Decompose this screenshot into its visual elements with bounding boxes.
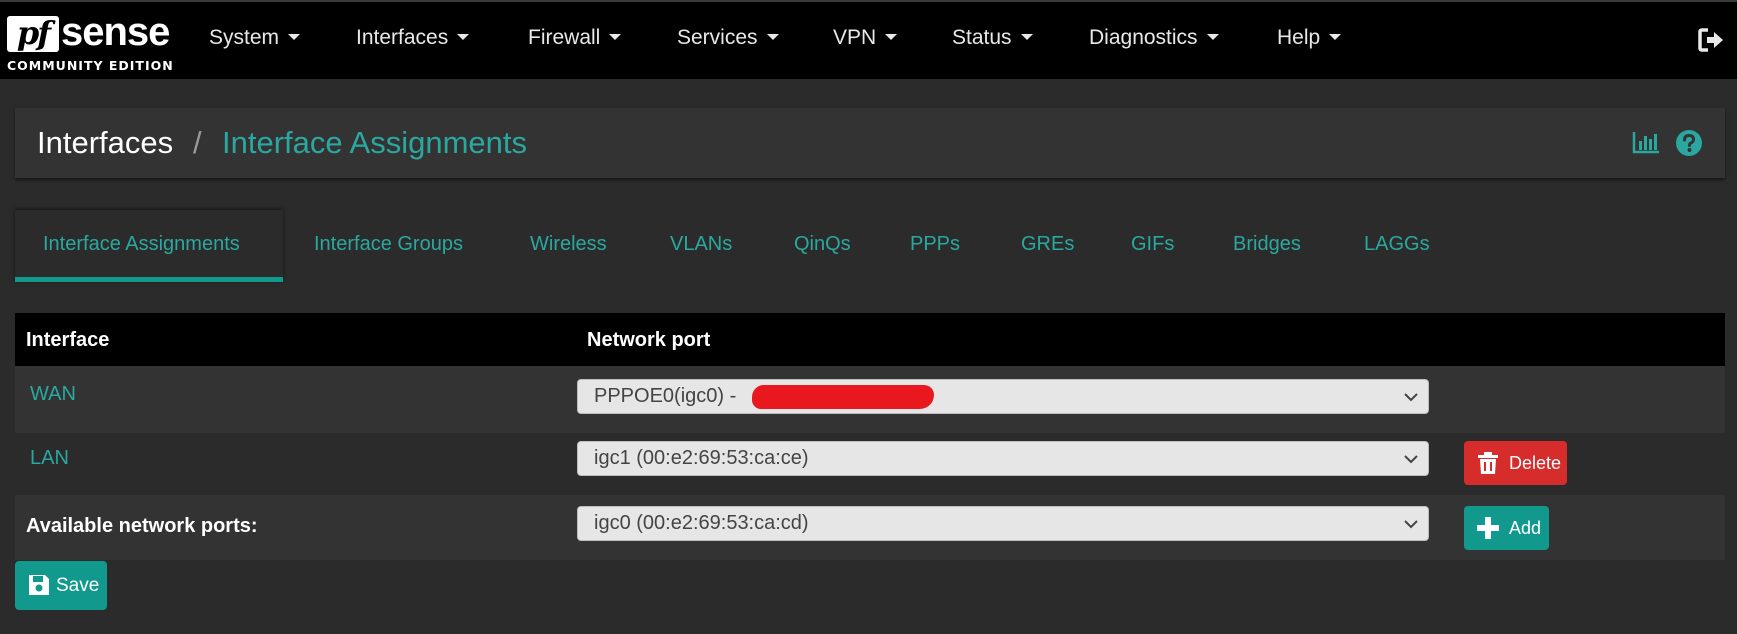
brand-edition: COMMUNITY EDITION: [7, 58, 174, 73]
tab-bridges[interactable]: Bridges: [1233, 233, 1301, 256]
nav-system[interactable]: System: [209, 26, 301, 50]
delete-button[interactable]: Delete: [1464, 441, 1567, 485]
selected-port: PPPOE0(igc0) -: [594, 385, 737, 407]
add-button[interactable]: Add: [1464, 506, 1549, 550]
chevron-down-icon: [1404, 455, 1418, 464]
save-button[interactable]: Save: [15, 561, 107, 610]
trash-icon: [1478, 452, 1498, 474]
table-header: Interface Network port: [15, 313, 1725, 366]
nav-label: Services: [677, 26, 758, 49]
delete-label: Delete: [1509, 453, 1562, 473]
save-label: Save: [56, 575, 100, 596]
tab-laggs[interactable]: LAGGs: [1364, 233, 1430, 256]
plus-icon: [1477, 517, 1499, 539]
save-icon: [29, 575, 49, 595]
pfsense-logo[interactable]: pf sense COMMUNITY EDITION: [7, 10, 173, 74]
chevron-down-icon: [1404, 520, 1418, 529]
caret-down-icon: [1206, 34, 1219, 40]
breadcrumb-separator: /: [193, 125, 202, 160]
nav-status[interactable]: Status: [952, 26, 1033, 50]
nav-label: Diagnostics: [1089, 26, 1198, 49]
caret-down-icon: [457, 34, 470, 40]
interface-link-wan[interactable]: WAN: [30, 383, 76, 406]
selected-port: igc0 (00:e2:69:53:ca:cd): [594, 512, 809, 534]
caret-down-icon: [609, 34, 622, 40]
network-port-select-lan[interactable]: igc1 (00:e2:69:53:ca:ce): [577, 441, 1429, 476]
add-label: Add: [1509, 518, 1542, 538]
column-header-network-port: Network port: [587, 329, 711, 351]
brand-pf: pf: [7, 16, 59, 52]
page-title[interactable]: Interface Assignments: [222, 125, 527, 161]
nav-diagnostics[interactable]: Diagnostics: [1089, 26, 1219, 50]
network-port-select-wan[interactable]: PPPOE0(igc0) -: [577, 379, 1429, 414]
nav-label: Firewall: [528, 26, 601, 49]
nav-services[interactable]: Services: [677, 26, 779, 50]
chevron-down-icon: [1404, 393, 1418, 402]
available-port-select[interactable]: igc0 (00:e2:69:53:ca:cd): [577, 506, 1429, 541]
caret-down-icon: [885, 34, 898, 40]
tab-qinqs[interactable]: QinQs: [794, 233, 851, 256]
redaction-mark: [752, 385, 934, 409]
tab-interface-groups[interactable]: Interface Groups: [314, 233, 463, 256]
column-header-interface: Interface: [26, 329, 110, 351]
breadcrumb-root: Interfaces: [37, 125, 174, 160]
caret-down-icon: [1020, 34, 1033, 40]
nav-label: Status: [952, 26, 1012, 49]
tab-ppps[interactable]: PPPs: [910, 233, 960, 256]
nav-firewall[interactable]: Firewall: [528, 26, 622, 50]
nav-help[interactable]: Help: [1277, 26, 1342, 50]
nav-vpn[interactable]: VPN: [833, 26, 898, 50]
interface-link-lan[interactable]: LAN: [30, 447, 69, 470]
tab-wireless[interactable]: Wireless: [530, 233, 607, 256]
active-tab-underline: [15, 277, 283, 282]
nav-label: VPN: [833, 26, 877, 49]
caret-down-icon: [1329, 34, 1342, 40]
help-circle-icon[interactable]: [1675, 129, 1703, 157]
caret-down-icon: [288, 34, 301, 40]
tab-gifs[interactable]: GIFs: [1131, 233, 1174, 256]
nav-label: System: [209, 26, 280, 49]
brand-sense: sense: [61, 10, 170, 54]
caret-down-icon: [766, 34, 779, 40]
nav-label: Help: [1277, 26, 1321, 49]
sign-out-icon[interactable]: [1697, 26, 1725, 54]
bar-chart-icon[interactable]: [1632, 132, 1660, 154]
nav-label: Interfaces: [356, 26, 449, 49]
tab-gres[interactable]: GREs: [1021, 233, 1074, 256]
selected-port: igc1 (00:e2:69:53:ca:ce): [594, 447, 809, 469]
nav-interfaces[interactable]: Interfaces: [356, 26, 470, 50]
top-navbar: pf sense COMMUNITY EDITION System Interf…: [0, 0, 1737, 79]
breadcrumb: Interfaces / Interface Assignments: [15, 108, 1725, 178]
tab-vlans[interactable]: VLANs: [670, 233, 732, 256]
tab-interface-assignments[interactable]: Interface Assignments: [43, 233, 240, 256]
available-ports-label: Available network ports:: [26, 515, 258, 537]
